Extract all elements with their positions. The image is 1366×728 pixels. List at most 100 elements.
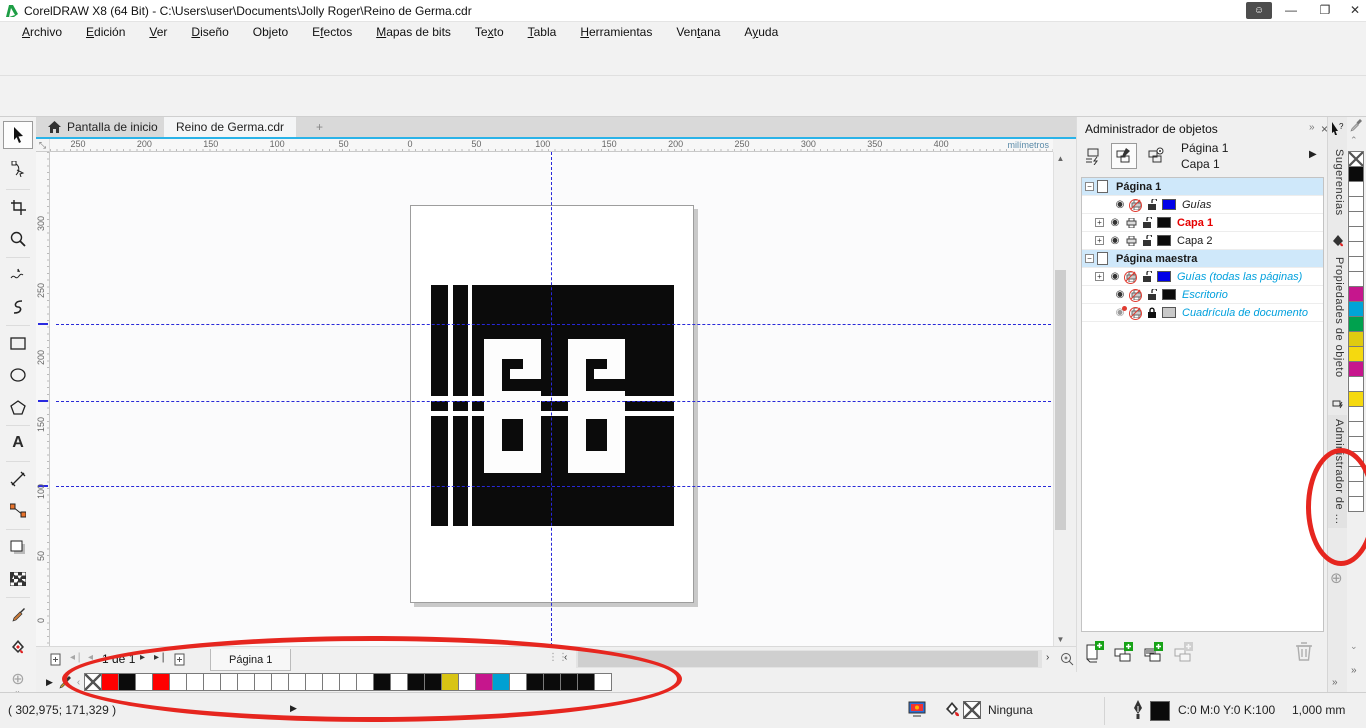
dockers-plus-button[interactable]: ⊕: [1330, 569, 1343, 587]
color-swatch[interactable]: [271, 673, 289, 691]
object-properties-icon[interactable]: [1332, 235, 1344, 247]
tab-administrador[interactable]: Administrador de ...: [1328, 415, 1348, 528]
restore-button[interactable]: ❐: [1310, 0, 1340, 21]
drop-shadow-tool[interactable]: [3, 533, 33, 561]
lock-open-icon[interactable]: [1144, 289, 1160, 301]
expand-icon[interactable]: +: [1095, 272, 1104, 281]
collapse-icon[interactable]: −: [1085, 182, 1094, 191]
next-page-button[interactable]: ▸: [140, 652, 145, 663]
fill-status-icon[interactable]: [944, 701, 961, 718]
scroll-up-icon[interactable]: ▲: [1054, 152, 1067, 165]
palette-scroll-up[interactable]: ⌃: [1350, 135, 1358, 146]
no-print-icon[interactable]: [1128, 308, 1144, 318]
vertical-ruler[interactable]: 300250200150100500: [36, 152, 50, 646]
lock-open-icon[interactable]: [1139, 271, 1155, 283]
lock-open-icon[interactable]: [1139, 235, 1155, 247]
zoom-tool[interactable]: [3, 225, 33, 253]
no-print-icon[interactable]: [1128, 200, 1144, 210]
swatch-none[interactable]: [84, 673, 102, 691]
visibility-eye-icon[interactable]: ◉: [1112, 199, 1128, 210]
color-swatch[interactable]: [1348, 481, 1364, 497]
menu-texto[interactable]: Texto: [463, 23, 516, 41]
color-swatch[interactable]: [203, 673, 221, 691]
color-swatch[interactable]: [322, 673, 340, 691]
color-swatch[interactable]: [339, 673, 357, 691]
tree-row-master-guides[interactable]: + ◉ Guías (todas las páginas): [1082, 268, 1323, 286]
color-swatch[interactable]: [1348, 361, 1364, 377]
new-layer-button[interactable]: [1113, 641, 1135, 663]
layer-color-swatch[interactable]: [1157, 235, 1171, 246]
color-eyedropper-tool[interactable]: [3, 601, 33, 629]
tab-propiedades[interactable]: Propiedades de objeto: [1328, 253, 1348, 382]
color-swatch[interactable]: [1348, 196, 1364, 212]
color-swatch[interactable]: [1348, 166, 1364, 182]
color-swatch[interactable]: [509, 673, 527, 691]
color-swatch[interactable]: [526, 673, 544, 691]
snap-layer-icon[interactable]: [1085, 147, 1103, 165]
color-swatch[interactable]: [373, 673, 391, 691]
palette-eyedropper-icon[interactable]: [1350, 119, 1362, 132]
palette-eyedropper-icon[interactable]: [59, 676, 71, 689]
color-swatch[interactable]: [135, 673, 153, 691]
color-swatch[interactable]: [169, 673, 187, 691]
color-swatch[interactable]: [305, 673, 323, 691]
page-a4[interactable]: [410, 205, 694, 603]
color-swatch[interactable]: [441, 673, 459, 691]
palette-scroll-down[interactable]: ⌄: [1350, 641, 1358, 652]
color-swatch[interactable]: [407, 673, 425, 691]
artwork-flag[interactable]: [431, 285, 674, 526]
horizontal-scroll-thumb[interactable]: [578, 651, 1038, 667]
color-swatch[interactable]: [1348, 496, 1364, 512]
horizontal-guideline[interactable]: [56, 486, 1051, 487]
page-tab[interactable]: Página 1: [210, 649, 291, 671]
last-page-button[interactable]: ▸❘: [154, 652, 167, 663]
close-button[interactable]: ✕: [1340, 0, 1366, 21]
color-swatch[interactable]: [220, 673, 238, 691]
pen-nib-icon[interactable]: [1132, 700, 1144, 720]
color-swatch[interactable]: [492, 673, 510, 691]
print-icon[interactable]: [1123, 236, 1139, 246]
shape-tool[interactable]: [3, 155, 33, 183]
previous-page-button[interactable]: ◂: [88, 652, 93, 663]
horizontal-guideline[interactable]: [56, 324, 1051, 325]
horizontal-scrollbar[interactable]: [576, 650, 1042, 668]
tree-row-document-grid[interactable]: ◉ Cuadrícula de documento: [1082, 304, 1323, 322]
transparency-tool[interactable]: [3, 565, 33, 593]
hscroll-left-button[interactable]: ‹: [564, 652, 567, 663]
color-swatch[interactable]: [237, 673, 255, 691]
swatch-none[interactable]: [1348, 151, 1364, 167]
ruler-origin[interactable]: ⤡: [36, 139, 50, 152]
print-icon[interactable]: [1123, 218, 1139, 228]
color-swatch[interactable]: [475, 673, 493, 691]
color-swatch[interactable]: [288, 673, 306, 691]
new-page-button[interactable]: [1085, 641, 1105, 663]
menu-ayuda[interactable]: Ayuda: [732, 23, 790, 41]
fill-color-swatch[interactable]: [1150, 701, 1170, 721]
color-swatch[interactable]: [560, 673, 578, 691]
hscroll-right-button[interactable]: ›: [1046, 652, 1049, 663]
account-icon[interactable]: ☺: [1246, 2, 1272, 19]
color-swatch[interactable]: [424, 673, 442, 691]
horizontal-guideline[interactable]: [56, 401, 1051, 402]
layer-view-button[interactable]: [1143, 143, 1169, 169]
tree-row-guides[interactable]: ◉ Guías: [1082, 196, 1323, 214]
tab-document[interactable]: Reino de Germa.cdr: [164, 117, 296, 137]
first-page-button[interactable]: ◂❘: [70, 652, 83, 663]
layer-color-swatch[interactable]: [1162, 199, 1176, 210]
lock-open-icon[interactable]: [1139, 217, 1155, 229]
text-tool[interactable]: A: [3, 429, 33, 457]
no-print-icon[interactable]: [1123, 272, 1139, 282]
tree-row-layer2[interactable]: + ◉ Capa 2: [1082, 232, 1323, 250]
color-swatch[interactable]: [1348, 211, 1364, 227]
ellipse-tool[interactable]: [3, 361, 33, 389]
menu-ver[interactable]: Ver: [137, 23, 179, 41]
color-swatch[interactable]: [1348, 391, 1364, 407]
menu-edici-n[interactable]: Edición: [74, 23, 137, 41]
color-swatch[interactable]: [186, 673, 204, 691]
color-proof-icon[interactable]: [908, 701, 926, 717]
color-swatch[interactable]: [1348, 241, 1364, 257]
palette-flyout-icon[interactable]: ▶: [46, 677, 53, 688]
connector-tool[interactable]: [3, 497, 33, 525]
color-swatch[interactable]: [1348, 406, 1364, 422]
pan-zoom-button[interactable]: [1060, 652, 1074, 666]
